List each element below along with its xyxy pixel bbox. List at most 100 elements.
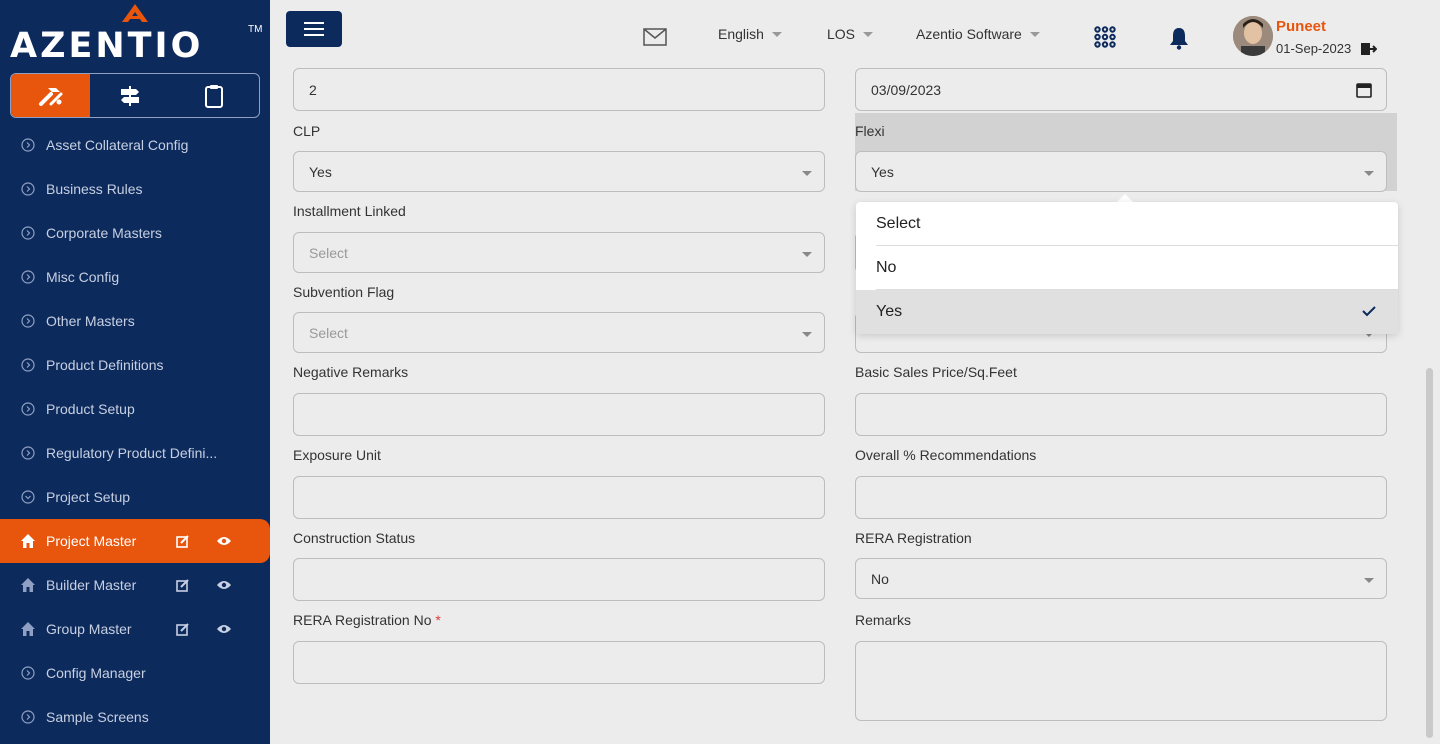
eye-icon[interactable] <box>216 535 232 547</box>
subvention-flag-label: Subvention Flag <box>293 284 395 300</box>
tab-tools[interactable] <box>11 74 91 117</box>
home-icon <box>20 577 36 593</box>
chevron-circle-icon <box>20 137 36 153</box>
chevron-circle-icon <box>20 665 36 681</box>
bell-icon <box>1170 28 1188 50</box>
logo-text: AZENTIO <box>10 26 204 66</box>
chevron-circle-icon <box>20 181 36 197</box>
org-label: Azentio Software <box>916 26 1022 42</box>
construction-status-input[interactable] <box>293 558 825 601</box>
overall-recommendations-label: Overall % Recommendations <box>855 447 1037 463</box>
clipboard-icon <box>205 84 224 108</box>
sidebar-item-label: Sample Screens <box>46 709 149 725</box>
rera-registration-select[interactable]: No <box>855 558 1387 599</box>
menu-toggle-button[interactable] <box>286 11 342 47</box>
dropdown-option-select[interactable]: Select <box>876 202 1398 246</box>
project-number-field[interactable]: 2 <box>293 68 825 111</box>
edit-icon[interactable] <box>176 578 190 592</box>
sidebar-item-asset-collateral-config[interactable]: Asset Collateral Config <box>0 123 270 167</box>
chevron-circle-icon <box>20 445 36 461</box>
apps-button[interactable] <box>1094 26 1116 48</box>
tab-clipboard[interactable] <box>170 74 259 117</box>
sidebar-item-project-setup[interactable]: Project Setup <box>0 475 270 519</box>
sidebar-menu: Asset Collateral Config Business Rules C… <box>0 123 270 739</box>
basic-sales-price-input[interactable] <box>855 393 1387 436</box>
signpost-icon <box>121 85 140 106</box>
check-icon <box>1362 306 1376 317</box>
remarks-textarea[interactable] <box>855 641 1387 721</box>
user-photo-icon <box>1233 16 1273 56</box>
installment-linked-label: Installment Linked <box>293 203 406 219</box>
select-value: No <box>871 570 889 587</box>
sidebar-item-sample-screens[interactable]: Sample Screens <box>0 695 270 739</box>
exposure-unit-label: Exposure Unit <box>293 447 381 463</box>
sidebar-item-corporate-masters[interactable]: Corporate Masters <box>0 211 270 255</box>
subvention-flag-select[interactable]: Select <box>293 312 825 353</box>
chevron-circle-icon <box>20 313 36 329</box>
sidebar-item-label: Project Master <box>46 533 137 549</box>
calendar-icon[interactable] <box>1356 82 1372 98</box>
dropdown-option-yes[interactable]: Yes <box>856 290 1398 334</box>
logout-icon <box>1361 43 1377 55</box>
sidebar-item-regulatory-product-definitions[interactable]: Regulatory Product Defini... <box>0 431 270 475</box>
field-value: 03/09/2023 <box>871 81 942 98</box>
tools-icon <box>38 87 63 106</box>
select-value: Yes <box>871 163 894 180</box>
mail-icon <box>643 28 667 46</box>
language-dropdown[interactable]: English <box>718 26 782 42</box>
chevron-circle-down-icon <box>20 489 36 505</box>
clp-label: CLP <box>293 123 321 139</box>
sidebar: AZENTIO TM Asset Collateral Config Busin… <box>0 0 270 744</box>
edit-icon[interactable] <box>176 534 190 548</box>
option-label: Yes <box>876 303 903 320</box>
logout-button[interactable] <box>1361 42 1377 56</box>
item-actions <box>176 519 232 563</box>
sidebar-item-other-masters[interactable]: Other Masters <box>0 299 270 343</box>
sidebar-item-misc-config[interactable]: Misc Config <box>0 255 270 299</box>
sidebar-item-product-definitions[interactable]: Product Definitions <box>0 343 270 387</box>
sidebar-item-label: Regulatory Product Defini... <box>46 445 218 461</box>
rera-registration-no-label: RERA Registration No * <box>293 612 441 628</box>
eye-icon[interactable] <box>216 579 232 591</box>
sidebar-item-label: Corporate Masters <box>46 225 162 241</box>
sidebar-item-label: Other Masters <box>46 313 135 329</box>
item-actions <box>176 607 232 651</box>
notifications-button[interactable] <box>1169 26 1189 50</box>
sidebar-item-project-master[interactable]: Project Master <box>0 519 270 563</box>
installment-linked-select[interactable]: Select <box>293 232 825 273</box>
rera-registration-no-input[interactable] <box>293 641 825 684</box>
page-scrollbar[interactable] <box>1426 368 1433 738</box>
sidebar-item-product-setup[interactable]: Product Setup <box>0 387 270 431</box>
logo-mark-icon <box>122 4 148 22</box>
sidebar-item-builder-master[interactable]: Builder Master <box>0 563 270 607</box>
org-dropdown[interactable]: Azentio Software <box>916 26 1040 42</box>
sidebar-item-label: Config Manager <box>46 665 146 681</box>
overall-recommendations-input[interactable] <box>855 476 1387 519</box>
chevron-circle-icon <box>20 269 36 285</box>
user-date: 01-Sep-2023 <box>1276 41 1352 56</box>
sidebar-item-label: Product Definitions <box>46 357 164 373</box>
hamburger-icon <box>304 22 324 36</box>
module-dropdown[interactable]: LOS <box>827 26 874 42</box>
date-field[interactable]: 03/09/2023 <box>855 68 1387 111</box>
dropdown-option-no[interactable]: No <box>876 246 1398 290</box>
select-placeholder: Select <box>309 244 348 261</box>
module-label: LOS <box>827 26 856 42</box>
sidebar-item-config-manager[interactable]: Config Manager <box>0 651 270 695</box>
avatar[interactable] <box>1233 16 1273 56</box>
flexi-select[interactable]: Yes <box>855 151 1387 192</box>
mail-button[interactable] <box>643 28 667 46</box>
tab-signpost[interactable] <box>90 74 169 117</box>
edit-icon[interactable] <box>176 622 190 636</box>
sidebar-item-group-master[interactable]: Group Master <box>0 607 270 651</box>
exposure-unit-input[interactable] <box>293 476 825 519</box>
clp-select[interactable]: Yes <box>293 151 825 192</box>
negative-remarks-input[interactable] <box>293 393 825 436</box>
required-marker: * <box>435 612 441 628</box>
item-actions <box>176 563 232 607</box>
sidebar-item-business-rules[interactable]: Business Rules <box>0 167 270 211</box>
azentio-logo: AZENTIO TM <box>10 4 262 66</box>
chevron-circle-icon <box>20 357 36 373</box>
eye-icon[interactable] <box>216 623 232 635</box>
chevron-down-icon <box>771 31 782 37</box>
